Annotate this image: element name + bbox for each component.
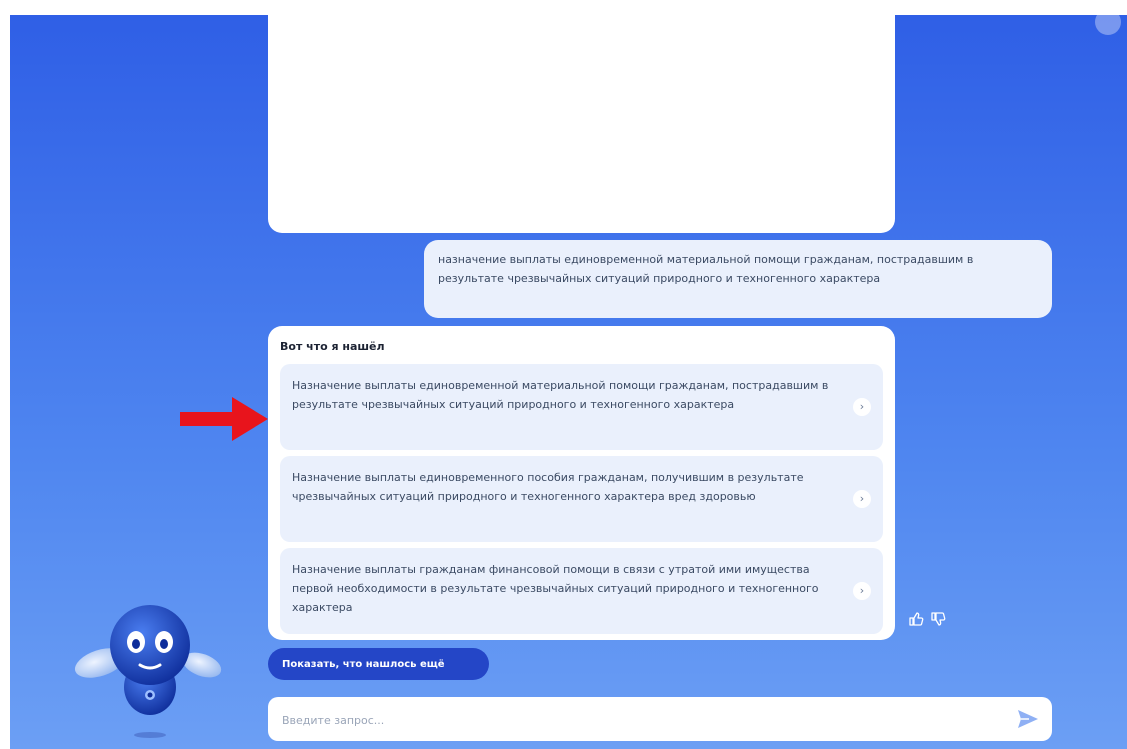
thumbs-down-icon[interactable] — [930, 611, 946, 627]
chat-window: назначение выплаты единовременной матери… — [10, 15, 1127, 749]
bot-response-title: Вот что я нашёл — [280, 340, 385, 353]
send-icon — [1018, 710, 1038, 728]
service-option-text: Назначение выплаты гражданам финансовой … — [292, 563, 819, 614]
red-annotation-arrow — [180, 397, 268, 441]
feedback-buttons — [908, 611, 946, 627]
show-more-button[interactable]: Показать, что нашлось ещё — [268, 648, 489, 680]
bot-response-card: Вот что я нашёл Назначение выплаты едино… — [268, 326, 895, 640]
chevron-right-icon: › — [853, 582, 871, 600]
service-option-text: Назначение выплаты единовременной матери… — [292, 379, 829, 411]
chevron-right-icon: › — [853, 490, 871, 508]
query-input[interactable] — [280, 697, 984, 743]
user-message-text: назначение выплаты единовременной матери… — [438, 253, 974, 285]
service-option-text: Назначение выплаты единовременного пособ… — [292, 471, 804, 503]
query-input-bar — [268, 697, 1052, 743]
previous-bot-card — [268, 15, 895, 233]
user-message: назначение выплаты единовременной матери… — [424, 240, 1052, 318]
chevron-right-icon: › — [853, 398, 871, 416]
service-option-3[interactable]: Назначение выплаты гражданам финансовой … — [280, 548, 883, 634]
robot-mascot-icon — [74, 605, 222, 738]
service-option-2[interactable]: Назначение выплаты единовременного пособ… — [280, 456, 883, 542]
send-button[interactable] — [1016, 708, 1040, 730]
service-option-1[interactable]: Назначение выплаты единовременной матери… — [280, 364, 883, 450]
corner-button[interactable] — [1095, 15, 1121, 35]
thumbs-up-icon[interactable] — [908, 611, 924, 627]
